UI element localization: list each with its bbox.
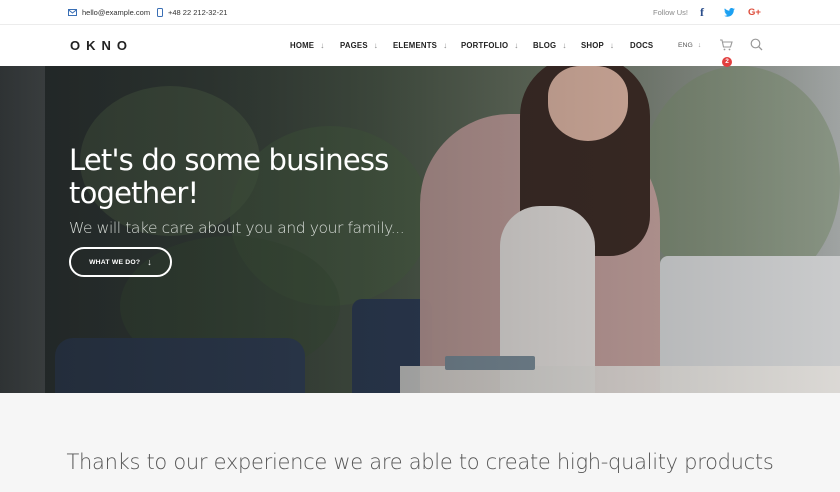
phone-icon: [157, 8, 163, 17]
button-label: WHAT WE DO?: [89, 258, 141, 266]
nav-label: PORTFOLIO: [461, 41, 509, 50]
intro-section: Thanks to our experience we are able to …: [0, 393, 840, 492]
nav-label: SHOP: [581, 41, 604, 50]
phone-text: +48 22 212-32-21: [168, 8, 228, 17]
nav-item-elements[interactable]: ELEMENTS ↓: [393, 25, 447, 66]
hero-subtitle: We will take care about you and your fam…: [69, 219, 405, 237]
arrow-down-icon: ↓: [147, 257, 152, 267]
chevron-down-icon: ↓: [443, 41, 448, 50]
nav-item-portfolio[interactable]: PORTFOLIO ↓: [461, 25, 518, 66]
nav-label: PAGES: [340, 41, 368, 50]
chevron-down-icon: ↓: [514, 41, 519, 50]
top-bar: hello@example.com +48 22 212-32-21 Follo…: [0, 0, 840, 25]
nav-label: HOME: [290, 41, 315, 50]
hero-title: Let's do some business together!: [69, 143, 389, 210]
nav-item-home[interactable]: HOME ↓: [290, 25, 324, 66]
chevron-down-icon: ↓: [609, 41, 615, 50]
chevron-down-icon: ↓: [562, 41, 567, 50]
chevron-down-icon: ↓: [697, 42, 702, 49]
nav-label: ELEMENTS: [393, 41, 438, 50]
envelope-icon: [68, 9, 77, 16]
nav-item-docs[interactable]: DOCS: [630, 25, 653, 66]
follow-label: Follow Us!: [653, 8, 689, 17]
cart-count-badge: 2: [722, 57, 732, 67]
phone-contact[interactable]: +48 22 212-32-21: [157, 0, 227, 25]
section-heading: Thanks to our experience we are able to …: [66, 450, 774, 474]
nav-label: BLOG: [533, 41, 557, 50]
language-label: ENG: [678, 42, 693, 49]
nav-item-blog[interactable]: BLOG ↓: [533, 25, 567, 66]
what-we-do-button[interactable]: WHAT WE DO? ↓: [69, 247, 172, 277]
nav-label: DOCS: [630, 41, 654, 50]
twitter-icon[interactable]: [724, 0, 735, 25]
language-selector[interactable]: ENG ↓: [678, 25, 701, 66]
site-logo[interactable]: OKNO: [70, 38, 133, 53]
nav-item-shop[interactable]: SHOP ↓: [581, 25, 614, 66]
main-header: OKNO HOME ↓ PAGES ↓ ELEMENTS ↓ PORTFOLIO ↓ B…: [0, 25, 840, 66]
search-icon[interactable]: [750, 38, 763, 51]
email-text: hello@example.com: [82, 8, 151, 17]
chevron-down-icon: ↓: [320, 41, 325, 50]
google-plus-icon[interactable]: G+: [748, 0, 761, 25]
email-contact[interactable]: hello@example.com: [68, 0, 150, 25]
facebook-icon[interactable]: f: [700, 0, 704, 25]
nav-item-pages[interactable]: PAGES ↓: [340, 25, 378, 66]
cart-icon[interactable]: [719, 38, 733, 52]
chevron-down-icon: ↓: [373, 41, 378, 50]
